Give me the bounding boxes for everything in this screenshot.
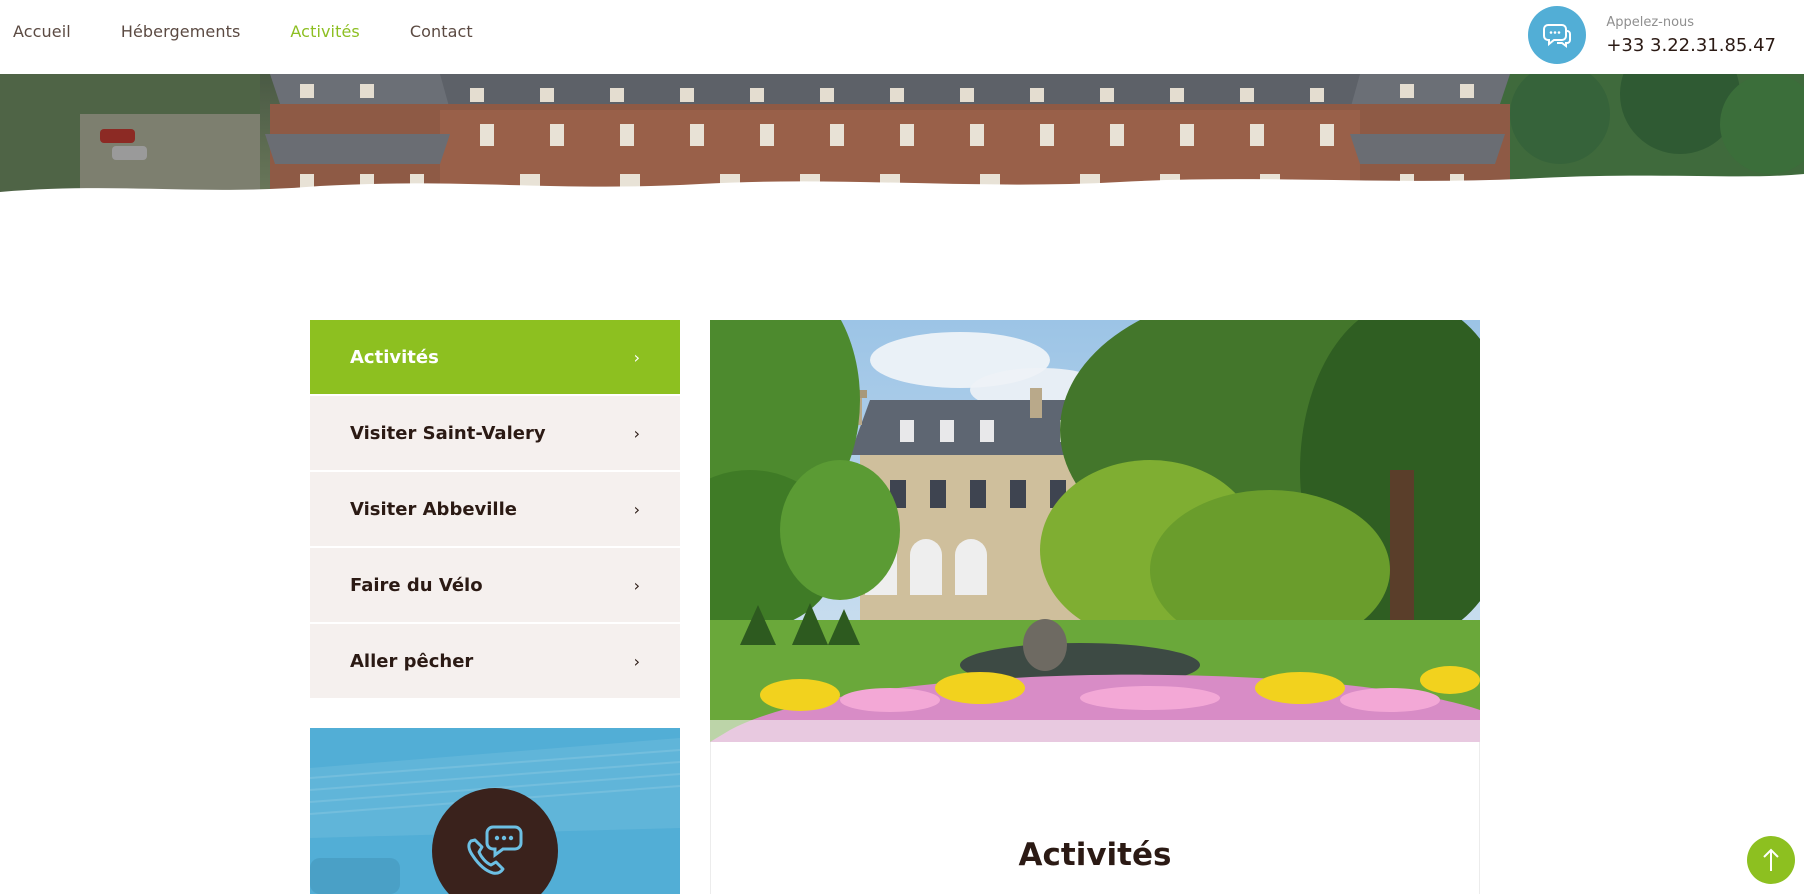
side-item-visiter-abbeville[interactable]: Visiter Abbeville › <box>310 472 680 546</box>
call-text: Appelez-nous +33 3.22.31.85.47 <box>1606 15 1776 56</box>
chevron-right-icon: › <box>633 499 640 519</box>
arrow-up-icon <box>1763 848 1779 871</box>
chevron-right-icon: › <box>633 347 640 367</box>
side-item-label: Activités <box>350 346 439 368</box>
chateau-garden-image <box>710 320 1480 742</box>
nav-link-activites[interactable]: Activités <box>290 22 359 41</box>
page-title: Activités <box>1018 837 1172 873</box>
side-item-label: Visiter Abbeville <box>350 498 517 520</box>
back-to-top-button[interactable] <box>1747 836 1795 884</box>
side-item-activites[interactable]: Activités › <box>310 320 680 394</box>
chevron-right-icon: › <box>633 575 640 595</box>
side-item-faire-du-velo[interactable]: Faire du Vélo › <box>310 548 680 622</box>
sidebar-contact-box[interactable] <box>310 728 680 894</box>
nav-link-hebergements[interactable]: Hébergements <box>121 22 241 41</box>
call-number[interactable]: +33 3.22.31.85.47 <box>1606 35 1776 56</box>
hero-banner-image <box>0 74 1804 214</box>
call-label: Appelez-nous <box>1606 14 1695 30</box>
side-item-label: Aller pêcher <box>350 650 474 672</box>
main-nav: Accueil Hébergements Activités Contact <box>13 22 473 41</box>
chat-bubbles-icon[interactable] <box>1528 6 1587 64</box>
call-us-block[interactable]: Appelez-nous +33 3.22.31.85.47 <box>1528 6 1776 64</box>
activities-content-card: Activités <box>710 742 1480 894</box>
chevron-right-icon: › <box>633 423 640 443</box>
side-item-label: Visiter Saint-Valery <box>350 422 546 444</box>
nav-link-contact[interactable]: Contact <box>410 22 473 41</box>
side-item-aller-pecher[interactable]: Aller pêcher › <box>310 624 680 698</box>
side-item-visiter-saint-valery[interactable]: Visiter Saint-Valery › <box>310 396 680 470</box>
nav-link-accueil[interactable]: Accueil <box>13 22 71 41</box>
site-header: Accueil Hébergements Activités Contact A… <box>0 0 1804 74</box>
activities-side-nav: Activités › Visiter Saint-Valery › Visit… <box>310 320 680 700</box>
chevron-right-icon: › <box>633 651 640 671</box>
side-item-label: Faire du Vélo <box>350 574 483 596</box>
